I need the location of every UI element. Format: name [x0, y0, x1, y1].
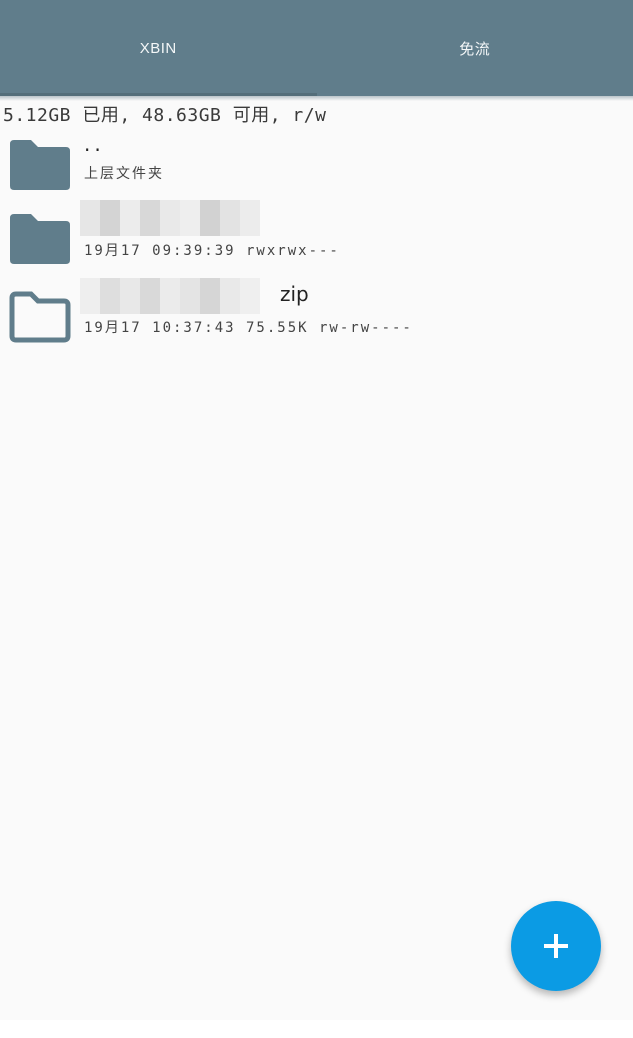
file-meta: 上层文件夹 — [84, 166, 164, 182]
tab-mianliu[interactable]: 免流 — [316, 0, 633, 96]
tab-mianliu-label: 免流 — [459, 40, 491, 58]
tab-xbin-label: XBIN — [139, 39, 177, 57]
app-bar: XBIN 免流 — [0, 0, 633, 96]
file-name: .. — [84, 132, 105, 156]
file-manager-screen: XBIN 免流 5.12GB 已用, 48.63GB 可用, r/w .. 上层… — [0, 0, 633, 1020]
folder-filled-icon — [10, 214, 70, 264]
obscured-file-name — [80, 200, 260, 236]
bottom-strip — [0, 1020, 633, 1038]
folder-outline-icon — [9, 291, 71, 343]
obscured-file-name — [80, 278, 260, 314]
file-row-folder[interactable]: 19月17 09:39:39 rwxrwx--- — [0, 200, 633, 272]
file-row-zip[interactable]: zip 19月17 10:37:43 75.55K rw-rw---- — [0, 278, 633, 350]
file-meta: 19月17 09:39:39 rwxrwx--- — [84, 243, 340, 259]
file-row-parent[interactable]: .. 上层文件夹 — [0, 132, 633, 206]
file-name: zip — [280, 282, 309, 306]
add-fab-button[interactable] — [511, 901, 601, 991]
folder-filled-icon — [10, 140, 70, 190]
file-meta: 19月17 10:37:43 75.55K rw-rw---- — [84, 320, 413, 336]
tab-xbin[interactable]: XBIN — [0, 0, 317, 96]
storage-info: 5.12GB 已用, 48.63GB 可用, r/w — [3, 105, 327, 126]
plus-icon — [544, 934, 568, 958]
